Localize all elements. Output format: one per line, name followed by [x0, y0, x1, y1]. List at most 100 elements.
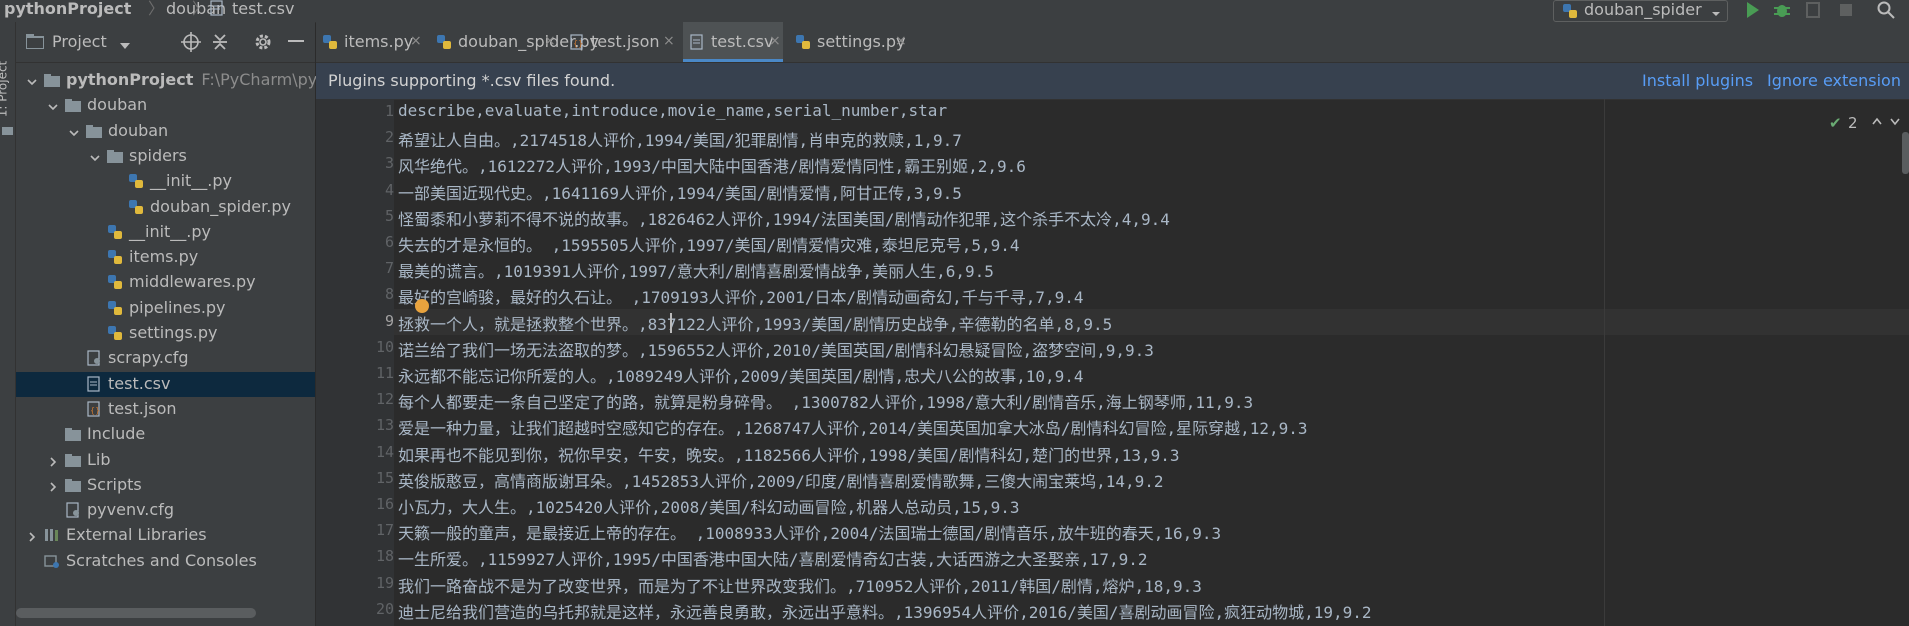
python-icon	[1562, 3, 1578, 23]
code-line-text: 希望让人自由。,2174518人评价,1994/美国/犯罪剧情,肖申克的救赎,1…	[398, 131, 962, 151]
tree-item[interactable]: items.py	[16, 245, 315, 270]
code-line-text: 永远都不能忘记你所爱的人。,1089249人评价,2009/美国英国/剧情,忠犬…	[398, 367, 1084, 386]
text-file-icon	[86, 375, 102, 392]
code-line[interactable]: 诺兰给了我们一场无法盗取的梦。,1596552人评价,2010/美国英国/剧情科…	[394, 335, 1909, 361]
code-line[interactable]: 希望让人自由。,2174518人评价,1994/美国/犯罪剧情,肖申克的救赎,1…	[394, 125, 1909, 151]
collapse-all-icon[interactable]	[212, 32, 228, 56]
code-line[interactable]: 小瓦力，大人生。,1025420人评价,2008/美国/科幻动画冒险,机器人总动…	[394, 492, 1909, 518]
code-line[interactable]: 每个人都要走一条自己坚定了的路，就算是粉身碎骨。 ,1300782人评价,199…	[394, 387, 1909, 413]
chevron-right-icon[interactable]	[26, 528, 38, 542]
editor-tab[interactable]: douban_spider.py ×	[430, 22, 599, 62]
code-line[interactable]: 最美的谎言。,1019391人评价,1997/意大利/剧情喜剧爱情战争,美丽人生…	[394, 256, 1909, 282]
code-line[interactable]: 永远都不能忘记你所爱的人。,1089249人评价,2009/美国英国/剧情,忠犬…	[394, 361, 1909, 387]
close-icon[interactable]: ×	[769, 33, 781, 49]
chevron-up-icon[interactable]	[1871, 112, 1883, 134]
tree-item[interactable]: settings.py	[16, 321, 315, 346]
project-panel: Project pythonProject F:\PyCharm\pytho dou…	[16, 22, 343, 626]
python-file-icon	[107, 274, 123, 290]
tree-item[interactable]: Lib	[16, 448, 315, 473]
tree-item[interactable]: scrapy.cfg	[16, 346, 315, 371]
lightbulb-icon[interactable]	[415, 299, 429, 313]
run-configuration-select[interactable]: douban_spider	[1553, 0, 1728, 22]
tree-item[interactable]: External Libraries	[16, 523, 315, 548]
code-line[interactable]: 失去的才是永恒的。 ,1595505人评价,1997/美国/剧情爱情灾难,泰坦尼…	[394, 230, 1909, 256]
project-panel-title[interactable]: Project	[52, 32, 107, 51]
stop-icon[interactable]	[1836, 0, 1856, 20]
chevron-down-icon[interactable]	[68, 124, 80, 136]
code-line[interactable]: 迪士尼给我们营造的乌托邦就是这样，永远善良勇敢，永远出乎意料。,1396954人…	[394, 597, 1909, 623]
tree-item[interactable]: douban	[16, 93, 315, 118]
gear-icon[interactable]	[253, 32, 273, 56]
close-icon[interactable]: ×	[895, 33, 907, 49]
code-line[interactable]: 最好的宫崎骏，最好的久石让。 ,1709193人评价,2001/日本/剧情动画奇…	[394, 282, 1909, 308]
code-line[interactable]: 一生所爱。,1159927人评价,1995/中国香港中国大陆/喜剧爱情奇幻古装,…	[394, 544, 1909, 570]
horizontal-scrollbar[interactable]	[16, 608, 256, 618]
code-line[interactable]: 拯救一个人，就是拯救整个世界。,837122人评价,1993/美国/剧情历史战争…	[394, 308, 1909, 335]
tree-item[interactable]: douban_spider.py	[16, 195, 315, 220]
chevron-right-icon[interactable]	[47, 453, 59, 467]
tree-item[interactable]: __init__.py	[16, 220, 315, 245]
editor-tab[interactable]: items.py ×	[316, 22, 424, 62]
install-plugins-link[interactable]: Install plugins	[1642, 71, 1753, 90]
close-icon[interactable]: ×	[544, 33, 556, 49]
tree-item-name: douban	[87, 95, 148, 115]
folder-icon	[2, 120, 13, 139]
close-icon[interactable]: ×	[410, 33, 422, 49]
tree-item-name: items.py	[129, 247, 199, 267]
tree-item[interactable]: pipelines.py	[16, 296, 315, 321]
tree-item[interactable]: pyvenv.cfg	[16, 498, 315, 523]
code-line[interactable]: 一部美国近现代史。,1641169人评价,1994/美国/剧情爱情,阿甘正传,3…	[394, 178, 1909, 204]
code-line-text: 如果再也不能见到你，祝你早安，午安，晚安。,1182566人评价,1998/美国…	[398, 445, 1180, 465]
breadcrumb-separator: 〉	[192, 0, 209, 18]
breadcrumb-file[interactable]: test.csv	[232, 0, 294, 22]
run-icon[interactable]	[1742, 0, 1762, 20]
code-line[interactable]: 天籁一般的童声，是最接近上帝的存在。 ,1008933人评价,2004/法国瑞士…	[394, 518, 1909, 544]
vertical-scrollbar[interactable]	[1902, 132, 1909, 174]
python-file-icon	[795, 34, 811, 50]
coverage-icon[interactable]	[1804, 0, 1824, 20]
close-icon[interactable]: ×	[663, 33, 675, 49]
chevron-down-icon[interactable]	[119, 36, 131, 55]
breadcrumb-project[interactable]: pythonProject	[4, 0, 131, 22]
minimize-icon[interactable]	[288, 40, 304, 42]
tree-item[interactable]: pythonProject F:\PyCharm\pytho	[16, 68, 343, 93]
editor-tab[interactable]: settings.py ×	[789, 22, 909, 62]
tree-item-label: __init__.py	[129, 222, 211, 241]
code-line[interactable]: 怪蜀黍和小萝莉不得不说的故事。,1826462人评价,1994/法国美国/剧情动…	[394, 204, 1909, 230]
editor-tab[interactable]: test.csv ×	[683, 22, 783, 62]
project-tool-button[interactable]: 1: Project	[0, 52, 15, 122]
tree-item[interactable]: Include	[16, 422, 315, 447]
locate-icon[interactable]	[181, 32, 201, 56]
chevron-down-icon[interactable]	[89, 149, 101, 162]
tree-item[interactable]: Scripts	[16, 473, 315, 498]
search-icon[interactable]	[1876, 0, 1896, 20]
code-editor[interactable]: describe,evaluate,introduce,movie_name,s…	[394, 99, 1909, 626]
chevron-down-icon[interactable]	[26, 73, 38, 86]
tree-item[interactable]: spiders	[16, 144, 315, 169]
code-line[interactable]: 风华绝代。,1612272人评价,1993/中国大陆中国香港/剧情爱情同性,霸王…	[394, 151, 1909, 177]
ignore-extension-link[interactable]: Ignore extension	[1767, 71, 1901, 90]
line-number: 12	[375, 390, 394, 409]
code-line[interactable]: 如果再也不能见到你，祝你早安，午安，晚安。,1182566人评价,1998/美国…	[394, 440, 1909, 466]
breadcrumb-file-icon	[210, 0, 224, 22]
tree-item[interactable]: middlewares.py	[16, 270, 315, 295]
code-line-text: 拯救一个人，就是拯救整个世界。,837122人评价,1993/美国/剧情历史战争…	[398, 314, 1113, 334]
code-line-text: 一部美国近现代史。,1641169人评价,1994/美国/剧情爱情,阿甘正传,3…	[398, 183, 962, 203]
debug-icon[interactable]	[1772, 0, 1792, 20]
tree-item[interactable]: __init__.py	[16, 169, 315, 194]
tree-item[interactable]: douban	[16, 119, 315, 144]
code-line[interactable]: 我们一路奋战不是为了改变世界，而是为了不让世界改变我们。,710952人评价,2…	[394, 571, 1909, 597]
code-line[interactable]: 英俊版憨豆，高情商版谢耳朵。,1452853人评价,2009/印度/剧情喜剧爱情…	[394, 466, 1909, 492]
chevron-right-icon[interactable]	[47, 478, 59, 492]
chevron-down-icon[interactable]	[47, 98, 59, 111]
tree-item[interactable]: test.csv	[16, 371, 315, 397]
code-line[interactable]: describe,evaluate,introduce,movie_name,s…	[394, 99, 1909, 125]
tree-item-name: spiders	[129, 145, 187, 165]
code-line[interactable]: 爱是一种力量，让我们超越时空感知它的存在。,1268747人评价,2014/美国…	[394, 413, 1909, 439]
inspection-widget[interactable]: ✔ 2	[1825, 112, 1905, 132]
chevron-down-icon[interactable]	[1889, 112, 1901, 134]
tree-item[interactable]: {} test.json	[16, 397, 315, 422]
tree-item[interactable]: Scratches and Consoles	[16, 549, 315, 574]
tree-item-label: items.py	[129, 247, 198, 266]
editor-tab[interactable]: {} test.json ×	[563, 22, 677, 62]
